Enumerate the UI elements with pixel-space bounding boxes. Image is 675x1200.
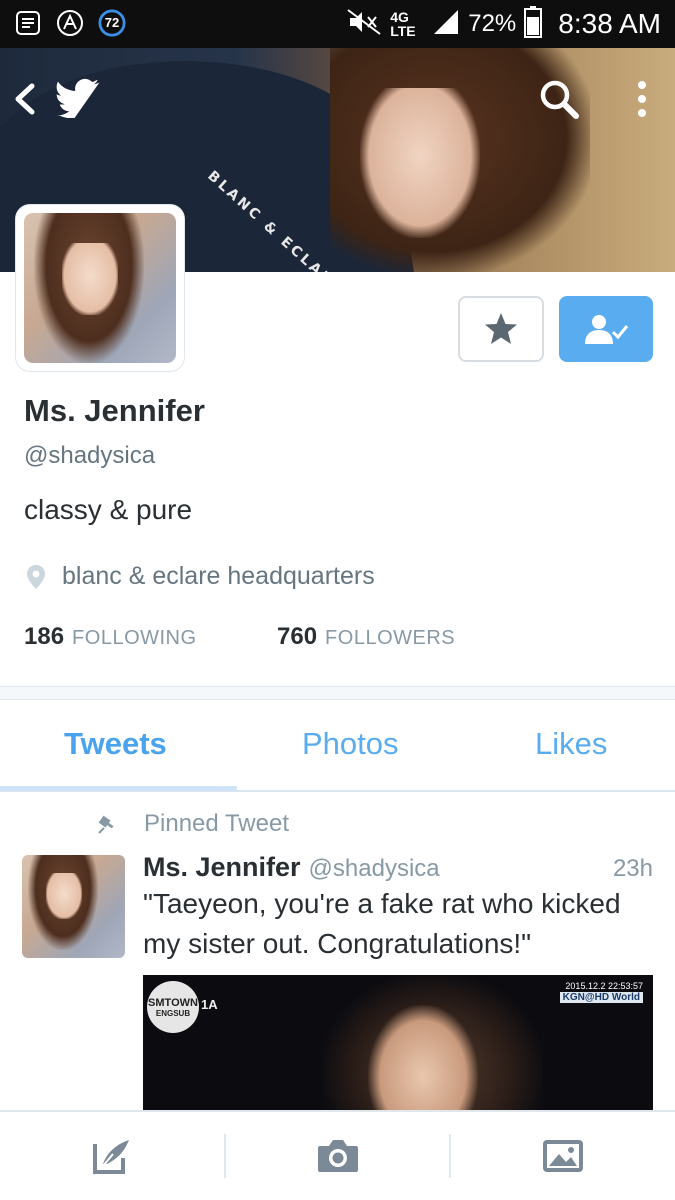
tweet-author-avatar[interactable] bbox=[22, 855, 125, 958]
media-timestamp-stamp: 2015.12.2 22:53:57 KGN@HD World bbox=[559, 981, 643, 1003]
notes-notification-icon bbox=[14, 9, 42, 37]
notifications-star-button[interactable] bbox=[458, 296, 544, 362]
battery-icon bbox=[524, 5, 543, 43]
tab-likes[interactable]: Likes bbox=[535, 726, 607, 762]
more-vertical-icon[interactable] bbox=[630, 78, 654, 120]
banner-face bbox=[360, 88, 480, 238]
media-secondary-logo: 1A bbox=[201, 997, 218, 1012]
tweet-media[interactable]: SMTOWN ENGSUB 1A 2015.12.2 22:53:57 KGN@… bbox=[143, 975, 653, 1115]
smtown-logo-sub: ENGSUB bbox=[155, 1008, 191, 1018]
section-divider bbox=[0, 686, 675, 700]
tweet-avatar-face bbox=[46, 873, 82, 919]
profile-avatar[interactable] bbox=[16, 205, 184, 371]
profile-location: blanc & eclare headquarters bbox=[24, 562, 375, 591]
followers-label: FOLLOWERS bbox=[325, 627, 456, 649]
location-pin-icon bbox=[24, 563, 48, 591]
tweet-header: Ms. Jennifer @shadysica 23h bbox=[143, 852, 653, 883]
smtown-logo-text: SMTOWN bbox=[148, 996, 198, 1009]
signal-icon bbox=[432, 8, 460, 41]
app-notification-icon bbox=[56, 9, 84, 37]
battery-percent: 72% bbox=[468, 10, 517, 37]
pinned-tweet-label: Pinned Tweet bbox=[96, 810, 289, 838]
bottom-separator bbox=[449, 1134, 451, 1178]
tab-tweets[interactable]: Tweets bbox=[64, 726, 167, 762]
mute-icon bbox=[346, 8, 382, 41]
bottom-action-bar bbox=[0, 1110, 675, 1200]
profile-bio: classy & pure bbox=[24, 494, 193, 525]
media-face bbox=[368, 1005, 478, 1115]
network-label: 4G LTE bbox=[390, 9, 416, 39]
following-label: FOLLOWING bbox=[72, 627, 197, 649]
active-tab-indicator bbox=[0, 786, 237, 791]
avatar-photo bbox=[24, 213, 176, 363]
avatar-face bbox=[62, 243, 118, 315]
photo-gallery-icon[interactable] bbox=[539, 1132, 587, 1180]
profile-tabs: Tweets Photos Likes bbox=[0, 700, 675, 792]
following-button[interactable] bbox=[559, 296, 653, 362]
location-text: blanc & eclare headquarters bbox=[62, 562, 375, 590]
profile-handle: @shadysica bbox=[24, 442, 156, 469]
pinned-tweet-text: Pinned Tweet bbox=[144, 810, 289, 837]
media-stamp-logo: KGN@HD World bbox=[559, 992, 643, 1003]
clock: 8:38 AM bbox=[558, 8, 661, 39]
twitter-bird-icon[interactable] bbox=[56, 78, 104, 119]
followers-stat[interactable]: 760 FOLLOWERS bbox=[277, 623, 455, 651]
pin-icon bbox=[96, 812, 120, 836]
followers-count: 760 bbox=[277, 623, 318, 650]
status-bar: 72 4G LTE 72% 8:38 AM bbox=[0, 0, 675, 48]
tweet-text: "Taeyeon, you're a fake rat who kicked m… bbox=[143, 888, 621, 959]
following-user-check-icon bbox=[585, 315, 629, 344]
following-count: 186 bbox=[24, 623, 65, 650]
tab-photos[interactable]: Photos bbox=[302, 726, 399, 762]
profile-name: Ms. Jennifer bbox=[24, 393, 205, 428]
camera-icon[interactable] bbox=[314, 1132, 362, 1180]
notification-count: 72 bbox=[104, 15, 120, 30]
star-icon bbox=[485, 313, 517, 344]
bottom-separator bbox=[224, 1134, 226, 1178]
tweet-timestamp: 23h bbox=[612, 855, 653, 882]
compose-tweet-icon[interactable] bbox=[88, 1132, 136, 1180]
tweet-author-handle[interactable]: @shadysica bbox=[309, 855, 440, 883]
following-stat[interactable]: 186 FOLLOWING bbox=[24, 623, 197, 651]
tweet-author-name[interactable]: Ms. Jennifer bbox=[143, 852, 301, 883]
media-stamp-date: 2015.12.2 22:53:57 bbox=[565, 981, 643, 991]
search-icon[interactable] bbox=[538, 78, 580, 120]
profile-stats: 186 FOLLOWING 760 FOLLOWERS bbox=[24, 623, 664, 651]
back-icon[interactable] bbox=[12, 82, 38, 116]
count-badge-icon: 72 bbox=[98, 9, 126, 37]
smtown-logo: SMTOWN ENGSUB bbox=[147, 981, 199, 1033]
